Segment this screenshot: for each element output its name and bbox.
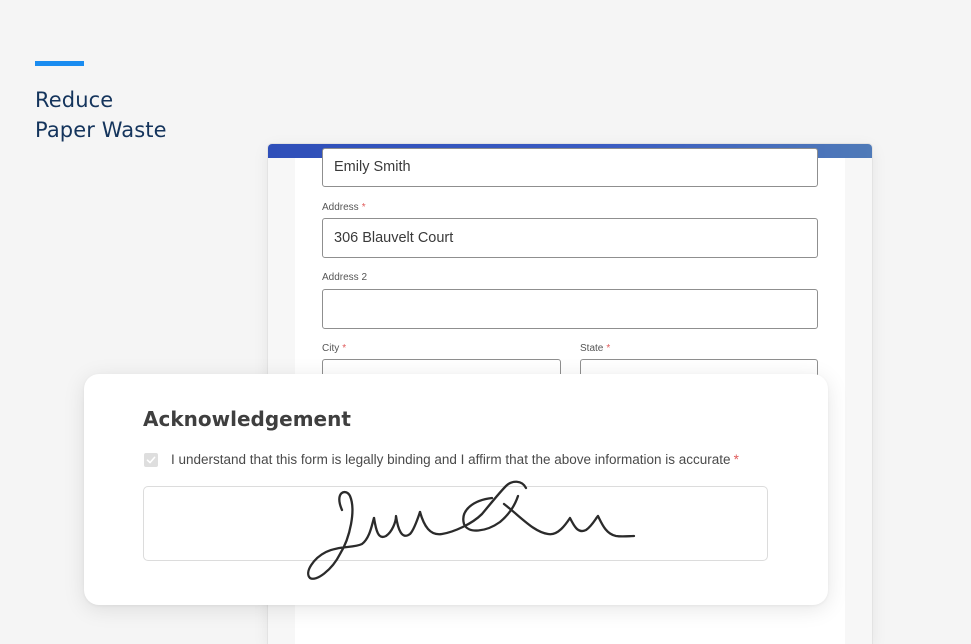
required-asterisk: * [342, 343, 347, 354]
address2-field[interactable] [322, 289, 818, 329]
address-field-value: 306 Blauvelt Court [334, 230, 454, 246]
hero-title-line-1: Reduce [35, 88, 114, 112]
state-label: State * [580, 343, 611, 354]
acknowledgement-card: Acknowledgement I understand that this f… [84, 374, 828, 605]
required-asterisk: * [733, 452, 739, 467]
address2-label: Address 2 [322, 272, 368, 283]
accent-bar [35, 61, 84, 66]
name-field[interactable]: Emily Smith [322, 148, 818, 187]
acknowledgement-title: Acknowledgement [143, 407, 351, 431]
city-label: City * [322, 343, 347, 354]
signature-drawing [307, 480, 636, 580]
required-asterisk: * [606, 343, 611, 354]
name-field-value: Emily Smith [334, 159, 411, 175]
acknowledgement-statement: I understand that this form is legally b… [171, 452, 739, 467]
hero-title: Reduce Paper Waste [35, 85, 255, 145]
acknowledgement-checkbox[interactable] [144, 453, 158, 467]
checkmark-icon [146, 456, 156, 464]
address-label: Address * [322, 202, 366, 213]
required-asterisk: * [361, 202, 366, 213]
hero-title-line-2: Paper Waste [35, 118, 167, 142]
address-field[interactable]: 306 Blauvelt Court [322, 218, 818, 258]
